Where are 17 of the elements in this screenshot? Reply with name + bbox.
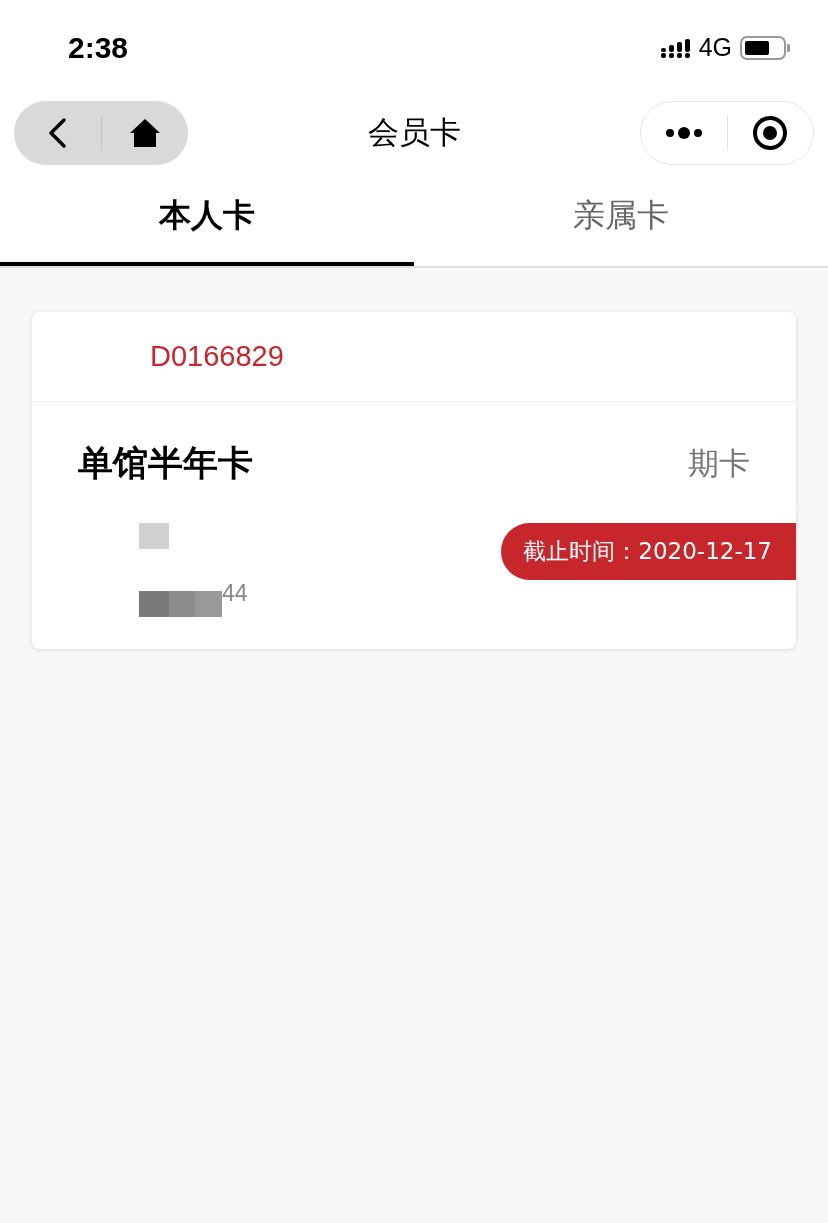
tab[interactable]: 亲属卡 — [414, 170, 828, 266]
card-name: 单馆半年卡 — [78, 442, 254, 485]
redaction-block — [139, 523, 169, 549]
back-icon — [46, 116, 69, 149]
more-icon — [664, 125, 703, 140]
target-icon — [752, 114, 789, 151]
card-type: 期卡 — [688, 443, 750, 483]
page-title: 会员卡 — [366, 112, 462, 152]
partial-text: 44 — [222, 580, 248, 607]
membership-card[interactable]: D0166829 单馆半年卡 期卡 44 截止时间：2020-12-17 — [32, 312, 796, 649]
battery-icon — [740, 34, 792, 61]
status-time: 2:38 — [68, 30, 130, 65]
network-label: 4G — [698, 33, 732, 62]
card-number: D0166829 — [150, 340, 284, 373]
expiry-badge: 截止时间：2020-12-17 — [501, 523, 796, 580]
tab[interactable]: 本人卡 — [0, 170, 414, 266]
home-icon — [128, 117, 161, 148]
